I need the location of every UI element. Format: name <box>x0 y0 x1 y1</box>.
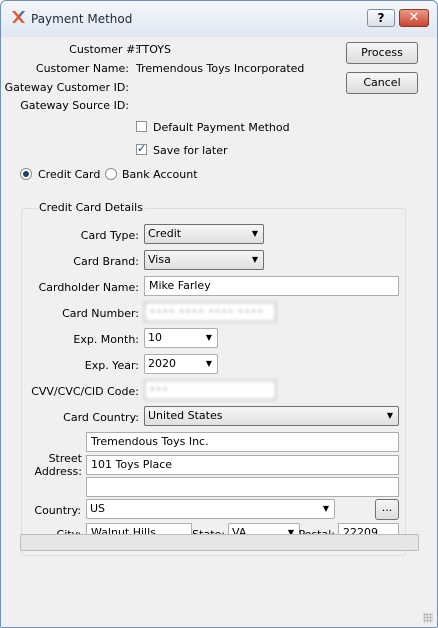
card-brand-label: Card Brand: <box>73 255 139 268</box>
save-for-later-checkbox[interactable] <box>136 142 147 155</box>
default-payment-label: Default Payment Method <box>153 121 290 134</box>
street-label: Street <box>48 452 82 465</box>
chevron-down-icon: ▼ <box>322 504 329 513</box>
card-type-select[interactable]: Credit ▼ <box>144 224 264 244</box>
default-payment-checkbox[interactable] <box>136 121 147 132</box>
help-button[interactable]: ? <box>367 9 395 27</box>
country-select[interactable]: US ▼ <box>86 499 335 519</box>
chevron-down-icon: ▼ <box>251 229 258 238</box>
credit-card-radio[interactable] <box>20 168 32 180</box>
chevron-down-icon: ▼ <box>205 359 212 368</box>
card-brand-select[interactable]: Visa ▼ <box>144 250 264 270</box>
customer-no-value: TTOYS <box>136 43 172 56</box>
customer-name-label: Customer Name: <box>35 62 129 75</box>
payment-method-window: Payment Method ? ✕ Customer #: TTOYS Cus… <box>0 0 438 628</box>
x-logo-icon <box>12 11 25 23</box>
card-number-input[interactable]: •••• •••• •••• •••• <box>144 302 276 322</box>
card-country-select[interactable]: United States ▼ <box>144 406 399 426</box>
cancel-button[interactable]: Cancel <box>346 72 418 94</box>
chevron-down-icon: ▼ <box>205 333 212 342</box>
chevron-down-icon: ▼ <box>251 255 258 264</box>
country-lookup-button[interactable]: ... <box>375 499 399 520</box>
close-button[interactable]: ✕ <box>399 9 429 27</box>
title-bar: Payment Method ? ✕ <box>1 1 437 38</box>
customer-name-value: Tremendous Toys Incorporated <box>136 62 305 75</box>
card-type-label: Card Type: <box>80 229 139 242</box>
window-title: Payment Method <box>31 12 133 26</box>
bank-account-label: Bank Account <box>122 168 198 181</box>
card-country-label: Card Country: <box>63 411 139 424</box>
bank-account-radio[interactable] <box>105 168 117 180</box>
customer-no-label: Customer #: <box>69 43 139 56</box>
cvv-input[interactable]: ••• <box>144 380 276 400</box>
exp-year-label: Exp. Year: <box>84 359 139 372</box>
gateway-source-id-label: Gateway Source ID: <box>20 99 129 112</box>
cvv-label: CVV/CVC/CID Code: <box>31 385 139 398</box>
exp-month-label: Exp. Month: <box>73 333 139 346</box>
street-address-line1[interactable]: Tremendous Toys Inc. <box>86 432 399 452</box>
exp-month-select[interactable]: 10 ▼ <box>144 328 218 348</box>
street-address-line2[interactable]: 101 Toys Place <box>86 455 399 475</box>
cardholder-name-input[interactable]: Mike Farley <box>144 276 399 296</box>
save-for-later-label: Save for later <box>153 144 228 157</box>
country-label: Country: <box>34 504 81 517</box>
address-label: Address: <box>34 465 82 478</box>
chevron-down-icon: ▼ <box>386 411 393 420</box>
exp-year-select[interactable]: 2020 ▼ <box>144 354 218 374</box>
process-button[interactable]: Process <box>346 42 418 64</box>
gateway-customer-id-label: Gateway Customer ID: <box>4 81 129 94</box>
cardholder-name-label: Cardholder Name: <box>38 281 139 294</box>
street-address-line3[interactable] <box>86 477 399 497</box>
resize-grip-icon[interactable] <box>423 613 433 623</box>
credit-card-label: Credit Card <box>38 168 101 181</box>
card-number-label: Card Number: <box>62 307 139 320</box>
credit-card-details-title: Credit Card Details <box>37 201 145 214</box>
progress-bar <box>20 534 419 551</box>
